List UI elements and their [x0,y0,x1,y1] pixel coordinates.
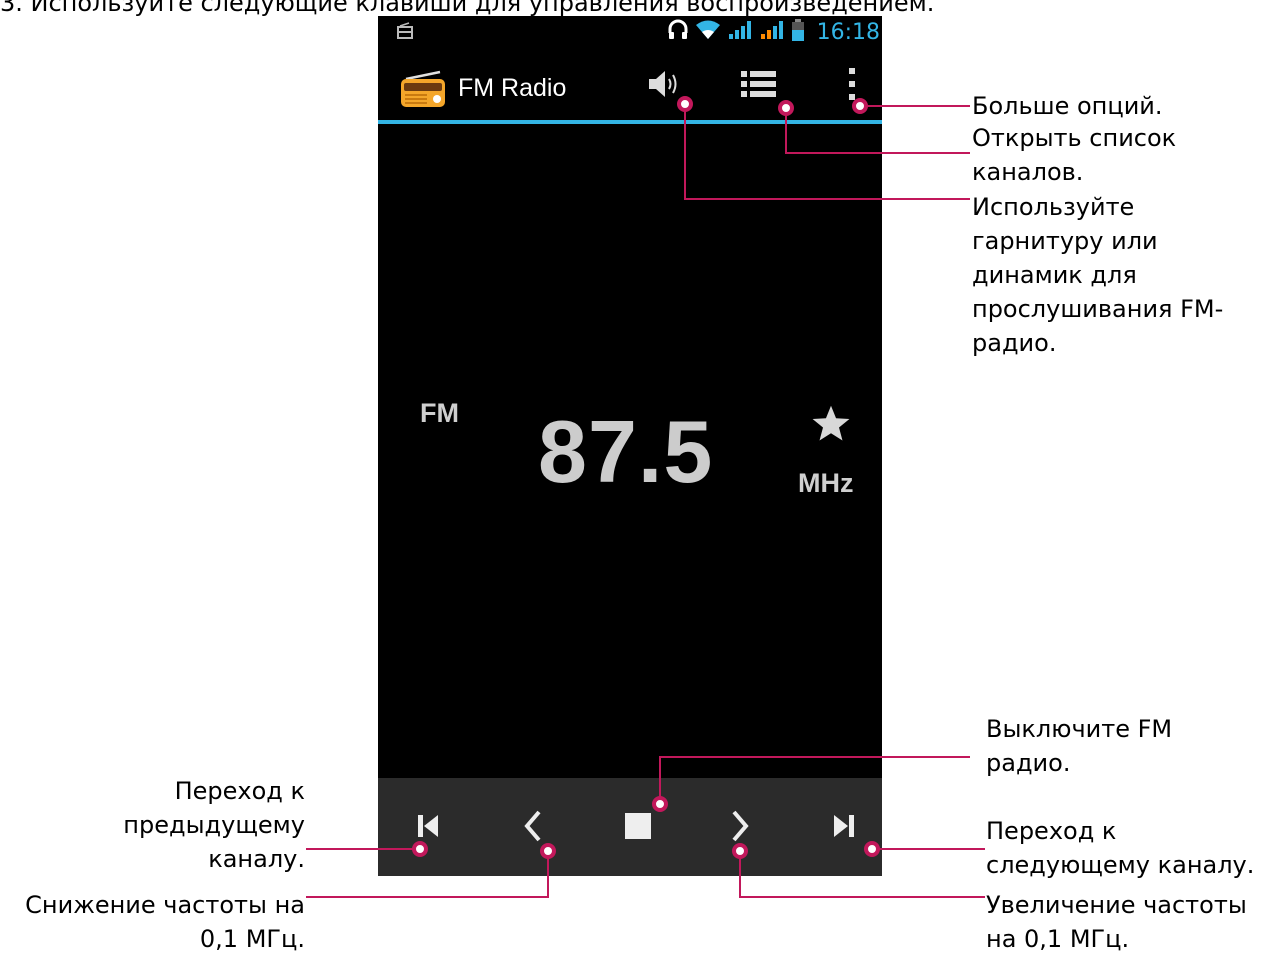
callout-power-off: Выключите FM радио. [986,715,1173,777]
marker-channel-list [778,100,794,116]
marker-speaker [677,96,693,112]
callout-step-down: Снижение частоты на 0,1 МГц. [25,891,305,953]
marker-prev-channel [412,841,428,857]
callout-more-options: Больше опций. [972,92,1163,120]
callout-channel-list: Открыть список каналов. [972,124,1177,186]
line-speaker [684,104,970,200]
line-power-off [659,756,970,804]
callout-speaker: Используйте гарнитуру или динамик для пр… [972,193,1224,357]
line-step-down [306,851,549,898]
line-step-up [739,851,985,898]
callout-next-channel: Переход к следующему каналу. [986,817,1255,879]
marker-step-down [540,843,556,859]
line-channel-list [785,108,970,154]
marker-step-up [732,843,748,859]
marker-power-off [652,796,668,812]
marker-next-channel [864,841,880,857]
callout-step-up: Увеличение частоты на 0,1 МГц. [986,891,1247,953]
callout-prev-channel: Переход к предыдущему каналу. [123,777,305,873]
marker-more-options [852,98,868,114]
